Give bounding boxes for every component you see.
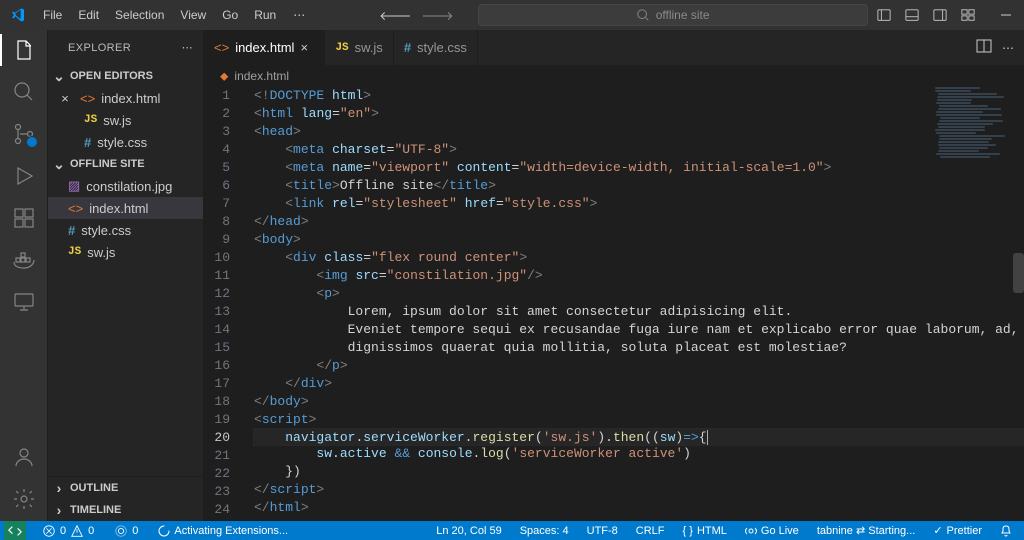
remote-indicator[interactable] — [4, 521, 26, 540]
vscode-logo-icon — [10, 7, 26, 23]
toggle-secondary-sidebar-icon[interactable] — [928, 0, 952, 30]
code-editor[interactable]: 123456789101112131415161718192021222324 … — [204, 87, 1024, 521]
nav-back-icon[interactable]: 🡐 — [379, 8, 411, 23]
main-menu: FileEditSelectionViewGoRun — [36, 4, 283, 26]
command-center-search[interactable]: offline site — [478, 4, 868, 26]
prettier-status[interactable]: ✓ Prettier — [929, 524, 986, 537]
menu-selection[interactable]: Selection — [108, 4, 171, 26]
breadcrumb[interactable]: ⬥ index.html — [204, 65, 1024, 87]
source-control-icon[interactable] — [12, 122, 36, 146]
editor-tab[interactable]: <> index.html × — [204, 30, 325, 65]
file-css-icon: # — [404, 40, 411, 55]
customize-layout-icon[interactable] — [956, 0, 980, 30]
status-bar: 0 0 0 Activating Extensions... Ln 20, Co… — [0, 521, 1024, 540]
status-activating: Activating Extensions... — [154, 525, 292, 537]
settings-gear-icon[interactable] — [12, 487, 36, 511]
menu-run[interactable]: Run — [247, 4, 283, 26]
file-tree-item[interactable]: # style.css — [48, 219, 203, 241]
tab-label: index.html — [235, 40, 294, 55]
title-bar: FileEditSelectionViewGoRun ⋯ 🡐 🡒 offline… — [0, 0, 1024, 30]
file-js-icon: JS — [68, 246, 81, 258]
file-name: sw.js — [103, 113, 131, 128]
file-css-icon: # — [84, 135, 91, 150]
file-tree-item[interactable]: JS sw.js — [48, 241, 203, 263]
scrollbar[interactable] — [1013, 87, 1024, 507]
explorer-sidebar: EXPLORER ⋯ OPEN EDITORS ×<>index.htmlJSs… — [48, 30, 204, 521]
nav-forward-icon[interactable]: 🡒 — [421, 8, 453, 23]
search-icon[interactable] — [12, 80, 36, 104]
tab-label: sw.js — [355, 40, 383, 55]
file-tree-item[interactable]: <> index.html — [48, 197, 203, 219]
search-placeholder: offline site — [656, 8, 710, 22]
menu-go[interactable]: Go — [215, 4, 245, 26]
file-css-icon: # — [68, 223, 75, 238]
accounts-icon[interactable] — [12, 445, 36, 469]
explorer-icon[interactable] — [12, 38, 36, 62]
file-name: index.html — [101, 91, 160, 106]
editor-tab[interactable]: JS sw.js — [325, 30, 393, 65]
indent-indicator[interactable]: Spaces: 4 — [516, 525, 573, 537]
file-html-icon: ⬥ — [220, 69, 228, 84]
split-editor-icon[interactable] — [976, 38, 992, 57]
file-html-icon: <> — [80, 91, 95, 106]
close-icon[interactable]: × — [58, 91, 72, 106]
editor-group: <> index.html × JS sw.js # style.css ⋯ ⬥ index.… — [204, 30, 1024, 521]
window-maximize-button[interactable] — [1018, 0, 1024, 30]
language-indicator[interactable]: { } HTML — [679, 525, 731, 537]
file-name: style.css — [81, 223, 131, 238]
activity-bar — [0, 30, 48, 521]
file-tree-item[interactable]: ▨ constilation.jpg — [48, 175, 203, 197]
file-image-icon: ▨ — [68, 178, 80, 194]
problems-indicator[interactable]: 0 0 — [38, 524, 98, 538]
file-name: constilation.jpg — [86, 179, 172, 194]
menu-edit[interactable]: Edit — [71, 4, 106, 26]
docker-icon[interactable] — [12, 248, 36, 272]
folder-section[interactable]: OFFLINE SITE — [48, 153, 203, 175]
editor-tabs: <> index.html × JS sw.js # style.css ⋯ — [204, 30, 1024, 65]
menu-overflow-icon[interactable]: ⋯ — [287, 4, 311, 26]
eol-indicator[interactable]: CRLF — [632, 525, 669, 537]
file-name: index.html — [89, 201, 148, 216]
tabnine-status[interactable]: tabnine ⇄ Starting... — [813, 524, 920, 537]
file-html-icon: <> — [68, 201, 83, 216]
extensions-icon[interactable] — [12, 206, 36, 230]
explorer-more-icon[interactable]: ⋯ — [182, 41, 193, 54]
encoding-indicator[interactable]: UTF-8 — [583, 525, 622, 537]
file-js-icon: JS — [84, 114, 97, 126]
toggle-primary-sidebar-icon[interactable] — [872, 0, 896, 30]
close-icon[interactable]: × — [300, 40, 314, 55]
open-editor-item[interactable]: # style.css — [48, 131, 203, 153]
timeline-section[interactable]: TIMELINE — [48, 499, 203, 521]
more-actions-icon[interactable]: ⋯ — [1002, 41, 1014, 55]
editor-tab[interactable]: # style.css — [394, 30, 478, 65]
go-live-button[interactable]: Go Live — [741, 525, 803, 537]
open-editor-item[interactable]: × <> index.html — [48, 87, 203, 109]
file-html-icon: <> — [214, 40, 229, 55]
toggle-panel-icon[interactable] — [900, 0, 924, 30]
ports-indicator[interactable]: 0 — [110, 524, 142, 538]
file-js-icon: JS — [335, 42, 348, 54]
explorer-title: EXPLORER — [68, 42, 131, 54]
minimap[interactable] — [934, 87, 1012, 507]
file-name: style.css — [97, 135, 147, 150]
notifications-icon[interactable] — [996, 525, 1016, 537]
menu-view[interactable]: View — [173, 4, 213, 26]
window-minimize-button[interactable] — [994, 0, 1018, 30]
open-editors-section[interactable]: OPEN EDITORS — [48, 65, 203, 87]
outline-section[interactable]: OUTLINE — [48, 477, 203, 499]
tab-label: style.css — [417, 40, 467, 55]
menu-file[interactable]: File — [36, 4, 69, 26]
cursor-position[interactable]: Ln 20, Col 59 — [432, 525, 505, 537]
file-name: sw.js — [87, 245, 115, 260]
open-editor-item[interactable]: JS sw.js — [48, 109, 203, 131]
run-debug-icon[interactable] — [12, 164, 36, 188]
remote-explorer-icon[interactable] — [12, 290, 36, 314]
